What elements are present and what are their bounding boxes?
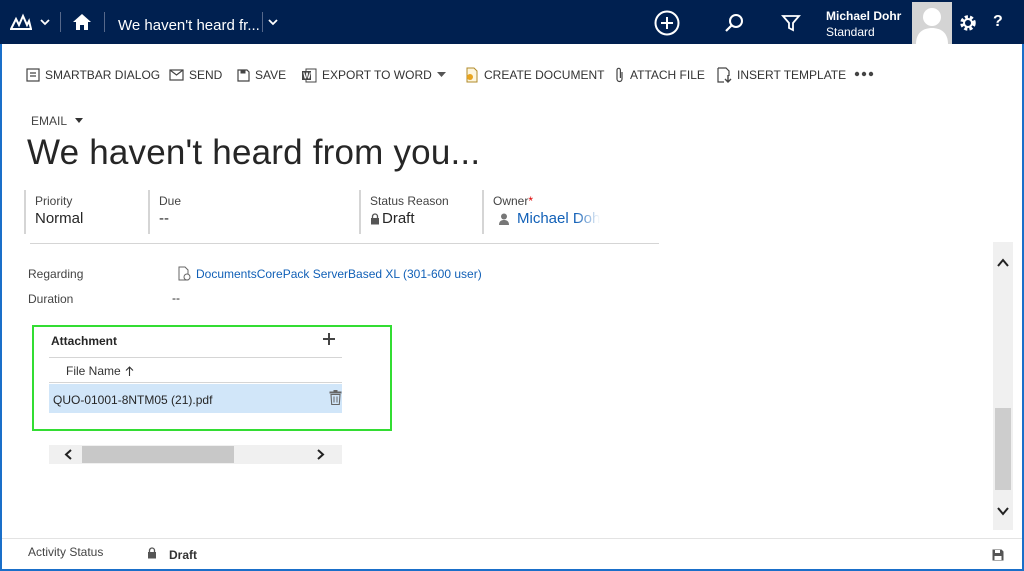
header-field-status-reason[interactable]: Status Reason Draft	[359, 190, 474, 234]
chevron-down-icon[interactable]	[268, 17, 278, 27]
subgrid-divider	[49, 382, 342, 383]
duration-value[interactable]: --	[172, 291, 180, 305]
export-dropdown-icon[interactable]	[437, 71, 446, 78]
attachment-section-title: Attachment	[51, 334, 118, 348]
regarding-field[interactable]: DocumentsCorePack ServerBased XL (301-60…	[178, 266, 482, 281]
owner-label-wrap: Owner*	[493, 194, 602, 208]
create-document-button[interactable]: CREATE DOCUMENT	[465, 66, 604, 84]
chevron-down-icon	[75, 118, 84, 123]
top-nav-bar: We haven't heard fr... Michael Dohr Stan…	[0, 0, 1024, 44]
attach-file-label: ATTACH FILE	[630, 68, 705, 82]
vertical-scroll-thumb[interactable]	[995, 408, 1011, 490]
page-title: We haven't heard from you...	[27, 133, 481, 172]
save-icon	[237, 68, 250, 82]
sort-ascending-icon	[125, 366, 134, 376]
due-label: Due	[159, 194, 182, 208]
horizontal-scroll-thumb[interactable]	[82, 446, 234, 463]
activity-status-label: Activity Status	[28, 545, 104, 559]
svg-text:W: W	[303, 71, 311, 80]
send-label: SEND	[189, 68, 223, 82]
nav-record-title[interactable]: We haven't heard fr...	[118, 17, 260, 34]
nav-separator	[262, 12, 263, 32]
owner-field: Michael Doh	[499, 210, 602, 227]
insert-template-label: INSERT TEMPLATE	[737, 68, 847, 82]
smartbar-dialog-button[interactable]: SMARTBAR DIALOG	[26, 66, 160, 84]
send-icon	[169, 69, 184, 81]
smartbar-icon	[26, 68, 40, 82]
scroll-right-icon[interactable]	[315, 449, 325, 460]
save-icon[interactable]	[992, 549, 1004, 561]
scroll-left-icon[interactable]	[64, 449, 74, 460]
priority-value: Normal	[35, 210, 84, 227]
priority-label: Priority	[35, 194, 73, 208]
user-silhouette-icon	[916, 8, 948, 44]
export-to-word-button[interactable]: W EXPORT TO WORD	[302, 66, 432, 84]
status-reason-label: Status Reason	[370, 194, 449, 208]
entity-type-selector[interactable]: EMAIL	[31, 114, 84, 128]
subgrid-divider	[49, 357, 342, 358]
add-attachment-icon[interactable]	[322, 332, 336, 346]
help-icon[interactable]: ?	[993, 13, 1003, 31]
regarding-link[interactable]: DocumentsCorePack ServerBased XL (301-60…	[196, 267, 482, 281]
vertical-scrollbar[interactable]	[993, 242, 1013, 530]
scroll-down-icon[interactable]	[997, 506, 1009, 516]
lock-icon	[371, 212, 379, 224]
header-field-priority[interactable]: Priority Normal	[24, 190, 142, 234]
dynamics-logo-icon[interactable]	[10, 13, 32, 31]
insert-template-button[interactable]: INSERT TEMPLATE	[717, 66, 846, 84]
regarding-record-icon	[178, 266, 191, 281]
home-icon[interactable]	[72, 13, 92, 31]
export-to-word-label: EXPORT TO WORD	[322, 68, 432, 82]
create-plus-icon[interactable]	[654, 10, 680, 36]
header-field-due[interactable]: Due --	[148, 190, 348, 234]
more-commands-icon[interactable]	[854, 71, 874, 77]
nav-separator	[104, 12, 105, 32]
attach-file-button[interactable]: ATTACH FILE	[614, 66, 705, 84]
status-footer: Activity Status Draft	[2, 538, 1022, 569]
status-reason-value: Draft	[382, 210, 415, 227]
command-bar: SMARTBAR DIALOG SEND SAVE W EXPORT TO WO…	[2, 44, 1022, 102]
file-name-column-header[interactable]: File Name	[66, 364, 134, 378]
entity-type-label: EMAIL	[31, 114, 68, 128]
delete-trash-icon[interactable]	[329, 390, 342, 405]
horizontal-scrollbar[interactable]	[49, 445, 342, 464]
header-divider	[30, 243, 659, 244]
header-field-owner[interactable]: Owner* Michael Doh	[482, 190, 602, 234]
activity-status-value: Draft	[169, 548, 198, 562]
duration-label: Duration	[28, 292, 74, 306]
owner-label: Owner	[493, 194, 529, 208]
status-reason-field: Draft	[370, 210, 474, 227]
owner-value-link[interactable]: Michael Doh	[517, 210, 600, 227]
save-button[interactable]: SAVE	[237, 66, 286, 84]
smartbar-dialog-label: SMARTBAR DIALOG	[45, 68, 161, 82]
table-row[interactable]: QUO-01001-8NTM05 (21).pdf	[49, 384, 342, 413]
advanced-find-icon[interactable]	[781, 13, 801, 33]
send-button[interactable]: SEND	[169, 66, 222, 84]
paperclip-icon	[616, 67, 623, 83]
user-role: Standard	[826, 25, 875, 39]
user-icon	[499, 213, 509, 225]
due-value: --	[159, 210, 169, 227]
word-icon: W	[302, 68, 317, 82]
nav-separator	[60, 12, 61, 32]
search-icon[interactable]	[724, 13, 744, 33]
create-document-label: CREATE DOCUMENT	[484, 68, 605, 82]
gear-icon[interactable]	[958, 13, 978, 33]
required-asterisk: *	[528, 194, 534, 208]
insert-template-icon	[717, 67, 732, 83]
save-label: SAVE	[255, 68, 287, 82]
scroll-up-icon[interactable]	[997, 258, 1009, 268]
avatar[interactable]	[912, 2, 952, 44]
lock-icon	[148, 547, 156, 559]
regarding-label: Regarding	[28, 267, 84, 281]
create-document-icon	[466, 67, 478, 83]
chevron-down-icon[interactable]	[40, 17, 50, 27]
file-name-column-label: File Name	[66, 364, 121, 378]
user-name[interactable]: Michael Dohr	[826, 9, 901, 23]
attachment-file-name[interactable]: QUO-01001-8NTM05 (21).pdf	[53, 393, 212, 407]
